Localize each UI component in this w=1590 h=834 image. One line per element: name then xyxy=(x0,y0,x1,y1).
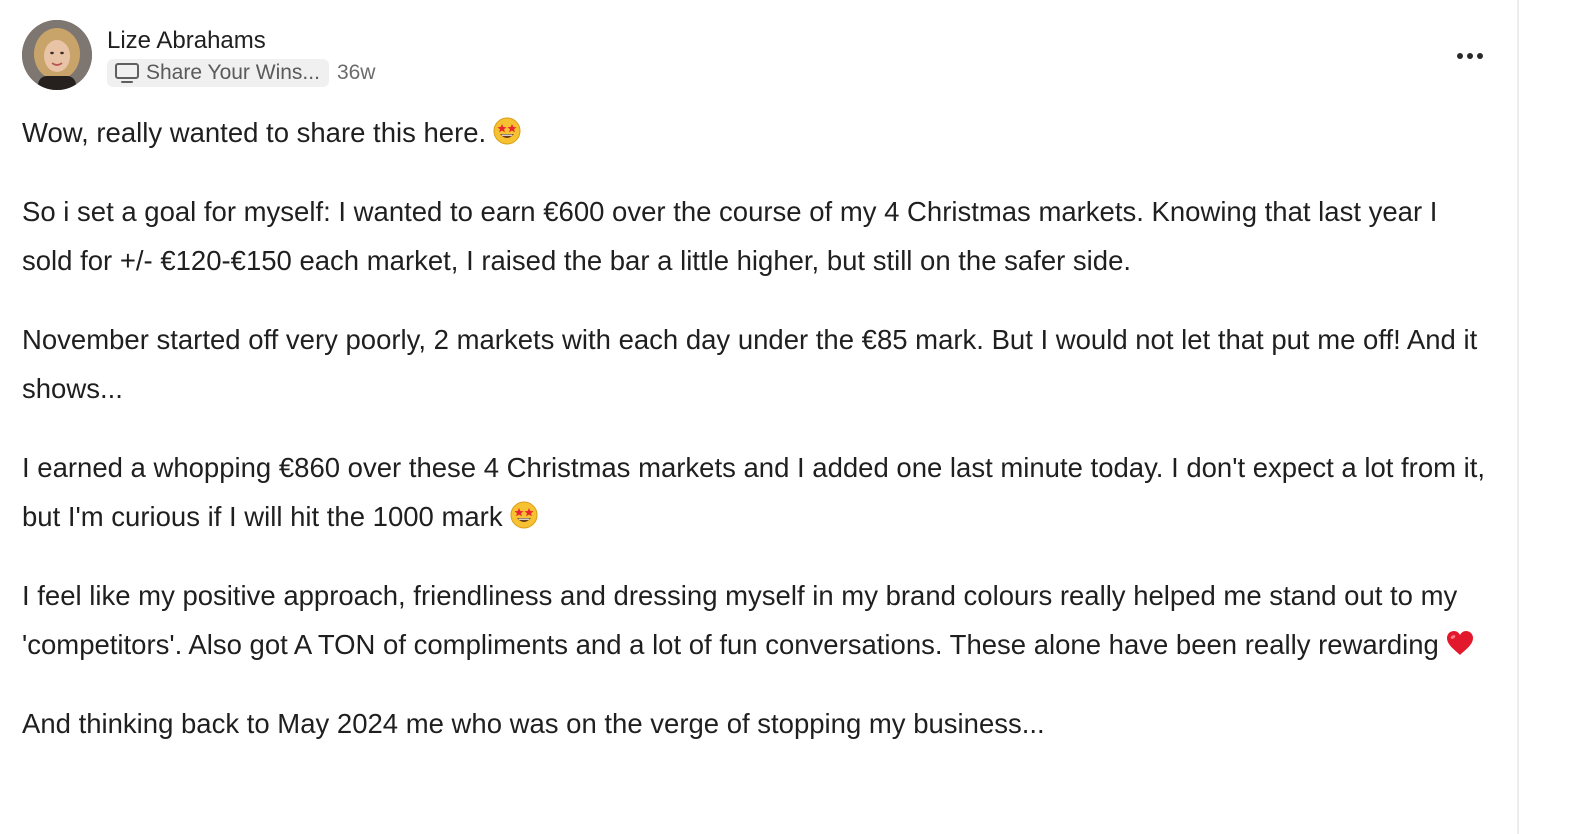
post-age: 36w xyxy=(336,61,376,84)
category-label: Share Your Wins... xyxy=(146,61,320,84)
post-header: Lize Abrahams Share Your Wins... 36w xyxy=(22,20,375,90)
red-heart-emoji-icon xyxy=(1446,631,1473,655)
author-name[interactable]: Lize Abrahams xyxy=(107,26,375,56)
post-paragraph: And thinking back to May 2024 me who was… xyxy=(22,707,1045,739)
monitor-icon xyxy=(115,63,139,83)
post-paragraph: Wow, really wanted to share this here. xyxy=(22,108,1492,158)
avatar[interactable] xyxy=(22,20,92,90)
star-struck-emoji-icon xyxy=(510,501,538,529)
post-paragraph: So i set a goal for myself: I wanted to … xyxy=(22,195,1438,277)
post-body: Wow, really wanted to share this here. S… xyxy=(22,108,1492,777)
post-meta: Lize Abrahams Share Your Wins... 36w xyxy=(107,26,375,87)
post-paragraph: I feel like my positive approach, friend… xyxy=(22,571,1492,670)
category-badge[interactable]: Share Your Wins... xyxy=(107,59,329,87)
post-paragraph: November started off very poorly, 2 mark… xyxy=(22,323,1478,405)
post-subline: Share Your Wins... 36w xyxy=(107,59,375,87)
post-card: Lize Abrahams Share Your Wins... 36w Wow… xyxy=(0,0,1519,834)
more-options-icon[interactable] xyxy=(1448,42,1492,70)
post-paragraph: I earned a whopping €860 over these 4 Ch… xyxy=(22,451,1486,533)
avatar-photo xyxy=(22,20,92,90)
star-struck-emoji-icon xyxy=(493,117,521,145)
